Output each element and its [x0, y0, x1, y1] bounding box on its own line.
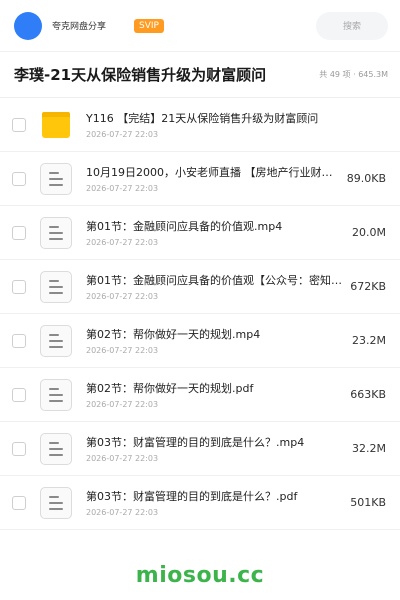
- list-item[interactable]: 第02节：帮你做好一天的规划.pdf 2026-07-27 22:03 663K…: [0, 368, 400, 422]
- document-icon: [40, 432, 72, 465]
- list-item[interactable]: 第02节：帮你做好一天的规划.mp4 2026-07-27 22:03 23.2…: [0, 314, 400, 368]
- file-date: 2026-07-27 22:03: [86, 184, 159, 193]
- row-checkbox[interactable]: [12, 171, 26, 186]
- file-date: 2026-07-27 22:03: [86, 238, 159, 247]
- file-size: 23.2M: [352, 334, 386, 347]
- row-checkbox[interactable]: [12, 495, 26, 510]
- folder-icon: [40, 109, 72, 141]
- row-checkbox[interactable]: [12, 117, 26, 132]
- file-size: 672KB: [350, 280, 386, 293]
- app-header: 夸克网盘分享 SVIP 搜索: [0, 0, 400, 52]
- row-checkbox[interactable]: [12, 333, 26, 348]
- file-size: 663KB: [350, 388, 386, 401]
- file-date: 2026-07-27 22:03: [86, 130, 159, 139]
- document-icon: [40, 486, 72, 519]
- list-item[interactable]: 第03节：财富管理的目的到底是什么？.mp4 2026-07-27 22:03 …: [0, 422, 400, 476]
- file-size: 89.0KB: [346, 172, 386, 185]
- file-list: Y116 【完结】21天从保险销售升级为财富顾问 2026-07-27 22:0…: [0, 98, 400, 530]
- file-name: 第03节：财富管理的目的到底是什么？.pdf: [86, 490, 298, 503]
- list-item[interactable]: 第01节：金融顾问应具备的价值观【公众号：密知圈】… 2026-07-27 22…: [0, 260, 400, 314]
- file-size: 501KB: [350, 496, 386, 509]
- file-name: 第02节：帮你做好一天的规划.pdf: [86, 382, 254, 395]
- file-name: 第03节：财富管理的目的到底是什么？.mp4: [86, 436, 305, 449]
- file-size: 20.0M: [352, 226, 386, 239]
- row-checkbox[interactable]: [12, 225, 26, 240]
- file-size: 32.2M: [352, 442, 386, 455]
- document-icon: [40, 378, 72, 411]
- list-item[interactable]: 第03节：财富管理的目的到底是什么？.pdf 2026-07-27 22:03 …: [0, 476, 400, 530]
- file-name: 第02节：帮你做好一天的规划.mp4: [86, 328, 261, 341]
- row-checkbox[interactable]: [12, 441, 26, 456]
- document-icon: [40, 162, 72, 195]
- avatar[interactable]: [14, 11, 42, 40]
- list-item[interactable]: 第01节：金融顾问应具备的价值观.mp4 2026-07-27 22:03 20…: [0, 206, 400, 260]
- page-title: 李璞-21天从保险销售升级为财富顾问: [14, 66, 267, 84]
- list-item[interactable]: Y116 【完结】21天从保险销售升级为财富顾问 2026-07-27 22:0…: [0, 98, 400, 152]
- username: 夸克网盘分享: [52, 22, 107, 32]
- list-item[interactable]: 10月19日2000，小安老师直播 【房地产行业财… 2026-07-27 22…: [0, 152, 400, 206]
- file-date: 2026-07-27 22:03: [86, 292, 159, 301]
- site-watermark: miosou.cc: [135, 562, 265, 588]
- file-date: 2026-07-27 22:03: [86, 400, 159, 409]
- folder-meta: 共 49 项 · 645.3M: [319, 70, 388, 79]
- file-date: 2026-07-27 22:03: [86, 508, 159, 517]
- file-name: 第01节：金融顾问应具备的价值观.mp4: [86, 220, 283, 233]
- file-name: 第01节：金融顾问应具备的价值观【公众号：密知圈】…: [86, 274, 343, 287]
- file-name: Y116 【完结】21天从保险销售升级为财富顾问: [86, 112, 319, 125]
- file-date: 2026-07-27 22:03: [86, 454, 159, 463]
- document-icon: [40, 270, 72, 303]
- row-checkbox[interactable]: [12, 387, 26, 402]
- folder-titlebar: 李璞-21天从保险销售升级为财富顾问 共 49 项 · 645.3M: [0, 52, 400, 98]
- search-input[interactable]: 搜索: [316, 11, 388, 40]
- row-checkbox[interactable]: [12, 279, 26, 294]
- document-icon: [40, 216, 72, 249]
- document-icon: [40, 324, 72, 357]
- svip-badge: SVIP: [134, 18, 164, 33]
- file-name: 10月19日2000，小安老师直播 【房地产行业财…: [86, 166, 333, 179]
- file-date: 2026-07-27 22:03: [86, 346, 159, 355]
- watermark-bar: miosou.cc: [0, 550, 400, 600]
